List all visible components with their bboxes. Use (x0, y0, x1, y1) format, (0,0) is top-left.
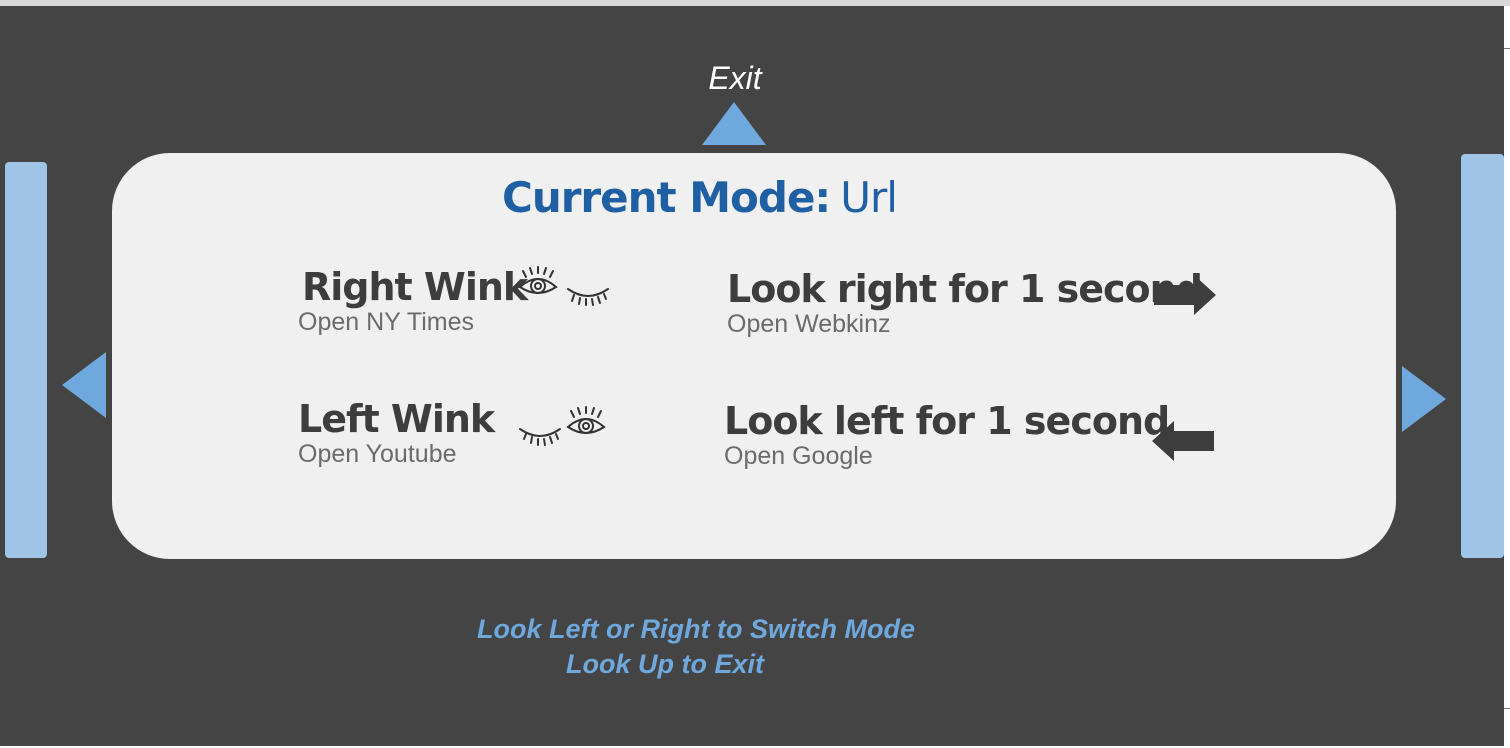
left-wink-eyes-icon (519, 406, 606, 446)
right-wink-eyes-icon (518, 266, 609, 306)
right-arrow-icon[interactable] (1402, 366, 1446, 432)
up-arrow-icon[interactable] (702, 102, 766, 145)
hint-switch-mode: Look Left or Right to Switch Mode (477, 614, 915, 644)
edge-tick (1504, 708, 1510, 709)
gesture-action: Open Youtube (298, 440, 457, 468)
gesture-action: Open Webkinz (727, 310, 891, 338)
gesture-title: Left Wink (298, 397, 495, 441)
left-arrow-icon (1152, 421, 1214, 461)
right-edge (1504, 6, 1510, 748)
edge-tick (1504, 48, 1510, 49)
gesture-title: Look right for 1 second (727, 267, 1203, 311)
exit-label[interactable]: Exit (0, 60, 1470, 97)
gesture-title: Look left for 1 second (724, 399, 1170, 443)
gesture-title: Right Wink (302, 265, 528, 309)
mode-value: Url (840, 173, 898, 222)
right-arrow-icon (1154, 275, 1216, 315)
left-arrow-icon[interactable] (62, 352, 106, 418)
current-mode-title: Current Mode: Url (502, 173, 898, 222)
mode-label: Current Mode: (502, 173, 831, 222)
gesture-action: Open NY Times (298, 308, 475, 336)
gesture-action: Open Google (724, 442, 873, 470)
mode-panel: Current Mode: Url Right Wink Open NY Time… (112, 153, 1396, 559)
hint-exit: Look Up to Exit (566, 649, 764, 679)
gesture-right-wink: Right Wink Open NY Times (298, 265, 528, 337)
gesture-left-wink: Left Wink Open Youtube (298, 397, 495, 469)
left-side-bar[interactable] (5, 162, 47, 558)
right-side-bar[interactable] (1461, 154, 1504, 558)
gesture-look-right: Look right for 1 second Open Webkinz (727, 267, 1203, 339)
gesture-look-left: Look left for 1 second Open Google (724, 399, 1170, 471)
